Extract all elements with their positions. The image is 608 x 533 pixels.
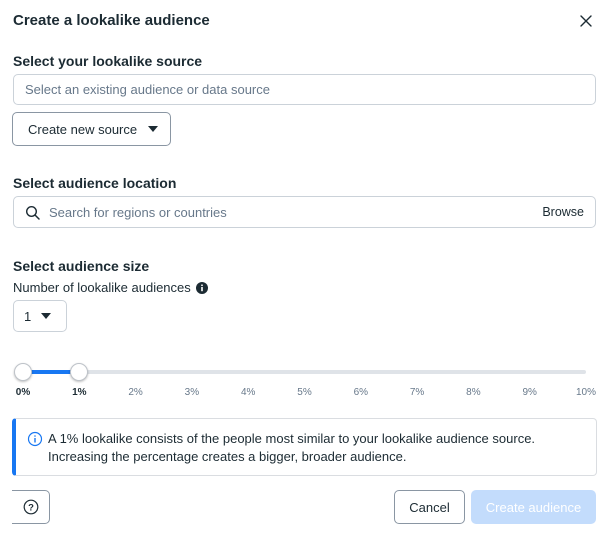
slider-tick-label: 9% (522, 387, 537, 398)
slider-tick-label: 6% (353, 387, 369, 398)
question-mark-icon: ? (23, 499, 38, 515)
info-icon[interactable] (195, 281, 208, 294)
browse-button[interactable]: Browse (542, 205, 584, 219)
caret-down-icon (41, 313, 52, 319)
close-button[interactable] (574, 10, 598, 32)
caret-down-icon (148, 126, 159, 132)
lookalike-count-text: Number of lookalike audiences (13, 280, 191, 295)
source-section-label: Select your lookalike source (13, 53, 203, 69)
info-banner-text: A 1% lookalike consists of the people mo… (48, 430, 588, 466)
slider-tick-label: 5% (297, 387, 312, 398)
slider-track[interactable] (23, 370, 586, 374)
create-new-source-label: Create new source (28, 121, 138, 137)
lookalike-count-label: Number of lookalike audiences (13, 280, 208, 295)
create-new-source-button[interactable]: Create new source (12, 112, 171, 146)
location-search-input[interactable] (49, 197, 529, 227)
create-audience-button[interactable]: Create audience (471, 490, 596, 524)
slider-tick-label: 2% (128, 387, 143, 398)
svg-text:?: ? (28, 503, 34, 514)
location-section-label: Select audience location (13, 175, 177, 191)
slider-tick-label: 1% (72, 387, 87, 398)
info-line-1: A 1% lookalike consists of the people mo… (48, 431, 536, 446)
dialog-title: Create a lookalike audience (13, 12, 210, 29)
slider-end-handle[interactable] (70, 363, 89, 381)
help-button[interactable]: ? (12, 490, 50, 524)
lookalike-count-value: 1 (24, 308, 32, 324)
info-banner: A 1% lookalike consists of the people mo… (12, 418, 597, 476)
audience-size-slider[interactable]: 0% 1% 2% 3% 4% 5% 6% 7% 8% 9% 10% (14, 360, 597, 404)
slider-tick-label: 0% (15, 387, 31, 398)
slider-tick-label: 10% (575, 387, 597, 398)
lookalike-dialog: Create a lookalike audience Select your … (0, 0, 608, 533)
slider-tick-label: 7% (409, 387, 425, 398)
slider-start-handle[interactable] (14, 363, 32, 381)
info-line-2: Increasing the percentage creates a bigg… (48, 449, 407, 464)
search-icon (25, 205, 40, 220)
info-circle-icon (27, 431, 43, 447)
slider-tick-label: 8% (466, 387, 481, 398)
close-icon (580, 15, 592, 27)
size-section-label: Select audience size (13, 258, 150, 274)
slider-tick-label: 4% (240, 387, 256, 398)
location-search-box: Browse (13, 196, 596, 228)
cancel-button[interactable]: Cancel (394, 490, 465, 524)
lookalike-count-select[interactable]: 1 (13, 300, 67, 332)
slider-tick-label: 3% (184, 387, 200, 398)
lookalike-source-input[interactable] (13, 74, 596, 105)
